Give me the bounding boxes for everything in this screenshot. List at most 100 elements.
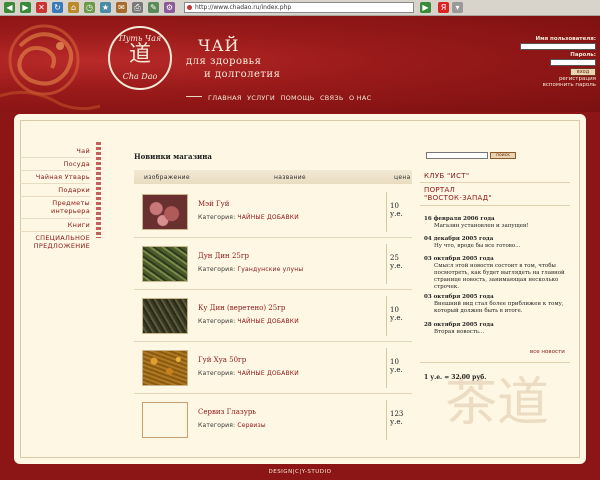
news-text[interactable]: Смысл этой новости состоит в том, чтобы …: [424, 263, 570, 291]
refresh-icon[interactable]: ↻: [52, 2, 63, 13]
product-row: Мэй Гуй Категория: ЧАЙНЫЕ ДОБАВКИ 10 у.е…: [134, 188, 412, 241]
search-engine-icon[interactable]: Я: [438, 2, 449, 13]
price-divider: [386, 244, 387, 284]
password-input[interactable]: [550, 59, 596, 66]
go-icon[interactable]: ▶: [420, 2, 431, 13]
edit-icon[interactable]: ✎: [148, 2, 159, 13]
news-item: 03 октября 2005 года Внешний вид стал бо…: [424, 294, 570, 315]
all-news-link[interactable]: все новости: [530, 349, 565, 355]
news-text[interactable]: Магазин установлен и запущен!: [424, 223, 570, 230]
nav-item-about[interactable]: О НАС: [349, 94, 372, 102]
username-input[interactable]: [520, 43, 596, 50]
right-divider: [420, 205, 570, 206]
product-category: Категория: ЧАЙНЫЕ ДОБАВКИ: [198, 318, 299, 325]
sidebar-item-dishes[interactable]: Посуда: [20, 158, 90, 171]
product-thumbnail[interactable]: [142, 194, 188, 230]
stop-icon[interactable]: ✕: [36, 2, 47, 13]
product-price: 123 у.е.: [390, 410, 404, 426]
password-label: Пароль:: [570, 52, 596, 58]
product-name[interactable]: Дун Дин 25гр: [198, 252, 249, 260]
sidebar-item-special-offer[interactable]: СПЕЦИАЛЬНОЕ ПРЕДЛОЖЕНИЕ: [20, 232, 90, 254]
sidebar-item-books[interactable]: Книги: [20, 219, 90, 232]
right-divider: [420, 182, 570, 183]
site-subtitle-line1: для здоровья: [186, 56, 262, 67]
portal-link-line2[interactable]: "ВОСТОК-ЗАПАД": [424, 194, 492, 202]
browser-toolbar: ◀ ▶ ✕ ↻ ⌂ ◷ ★ ✉ ⎙ ✎ ⚙ http://www.chadao.…: [0, 0, 600, 16]
product-thumbnail[interactable]: [142, 298, 188, 334]
dragon-ornament-icon: [0, 24, 100, 111]
site-subtitle-line2: и долголетия: [204, 69, 281, 80]
login-form: Имя пользователя: Пароль: вход регистрац…: [520, 36, 596, 88]
portal-link-line1[interactable]: ПОРТАЛ: [424, 186, 455, 194]
sidebar-item-utensils[interactable]: Чайная Утварь: [20, 171, 90, 184]
product-thumbnail-placeholder[interactable]: [142, 402, 188, 438]
logo-bottom-text: Cha Dao: [122, 72, 158, 81]
club-link[interactable]: КЛУБ "ИСТ": [424, 172, 469, 180]
nav-item-help[interactable]: ПОМОЩЬ: [280, 94, 314, 102]
logo-glyph: 道: [128, 42, 151, 67]
price-divider: [386, 400, 387, 440]
sidebar-item-interior[interactable]: Предметы интерьера: [20, 197, 90, 219]
product-name[interactable]: Сервиз Глазурь: [198, 408, 256, 416]
products-heading: Новинки магазина: [134, 152, 212, 161]
products-column-header: изображение название цена: [134, 170, 412, 184]
product-category: Категория: Гуандунские улуны: [198, 266, 304, 273]
product-row: Сервиз Глазурь Категория: Сервизы 123 у.…: [134, 396, 412, 446]
main-nav: ГЛАВНАЯ УСЛУГИ ПОМОЩЬ СВЯЗЬ О НАС: [208, 94, 375, 102]
product-category: Категория: ЧАЙНЫЕ ДОБАВКИ: [198, 214, 299, 221]
price-divider: [386, 296, 387, 336]
product-thumbnail[interactable]: [142, 350, 188, 386]
sidebar-item-gifts[interactable]: Подарки: [20, 184, 90, 197]
forgot-password-link[interactable]: вспомнить пароль: [520, 82, 596, 88]
news-item: 04 декабря 2005 года Ну что, вроде бы вс…: [424, 236, 570, 250]
back-icon[interactable]: ◀: [4, 2, 15, 13]
site-footer: DESIGN|C|Y-STUDIO: [268, 469, 332, 475]
mail-icon[interactable]: ✉: [116, 2, 127, 13]
product-price: 10 у.е.: [390, 358, 403, 374]
tools-icon[interactable]: ⚙: [164, 2, 175, 13]
product-row: Гуй Хуа 50гр Категория: ЧАЙНЫЕ ДОБАВКИ 1…: [134, 344, 412, 397]
product-category: Категория: Сервизы: [198, 422, 266, 429]
sidebar-ornament: [96, 142, 101, 238]
history-icon[interactable]: ◷: [84, 2, 95, 13]
sidebar-item-tea[interactable]: Чай: [20, 145, 90, 158]
news-date: 04 декабря 2005 года: [424, 236, 494, 242]
address-bar[interactable]: http://www.chadao.ru/index.php: [184, 2, 414, 13]
news-date: 16 февраля 2006 года: [424, 216, 495, 222]
column-name: название: [274, 174, 306, 181]
news-text[interactable]: Вторая новость...: [424, 329, 570, 336]
product-name[interactable]: Ку Дин (веретено) 25гр: [198, 304, 285, 312]
product-category: Категория: ЧАЙНЫЕ ДОБАВКИ: [198, 370, 299, 377]
product-price: 25 у.е.: [390, 254, 403, 270]
product-price: 10 у.е.: [390, 202, 403, 218]
nav-item-contact[interactable]: СВЯЗЬ: [320, 94, 344, 102]
category-sidebar: Чай Посуда Чайная Утварь Подарки Предмет…: [20, 145, 90, 254]
nav-item-services[interactable]: УСЛУГИ: [247, 94, 275, 102]
product-name[interactable]: Мэй Гуй: [198, 200, 229, 208]
nav-item-home[interactable]: ГЛАВНАЯ: [208, 94, 242, 102]
home-icon[interactable]: ⌂: [68, 2, 79, 13]
site-logo[interactable]: Путь Чая 道 Cha Dao: [108, 26, 172, 90]
product-row: Дун Дин 25гр Категория: Гуандунские улун…: [134, 240, 412, 293]
search-input[interactable]: [426, 152, 488, 159]
nav-divider: [186, 96, 202, 97]
dropdown-icon[interactable]: ▾: [452, 2, 463, 13]
column-image: изображение: [144, 174, 190, 181]
search-button[interactable]: поиск: [490, 152, 516, 159]
news-date: 03 октября 2005 года: [424, 256, 494, 262]
product-thumbnail[interactable]: [142, 246, 188, 282]
print-icon[interactable]: ⎙: [132, 2, 143, 13]
site-header: Путь Чая 道 Cha Dao ЧАЙ для здоровья и до…: [0, 16, 600, 112]
login-button[interactable]: вход: [570, 68, 596, 76]
column-price: цена: [394, 174, 411, 181]
news-text[interactable]: Внешний вид стал более приближен к тому,…: [424, 301, 570, 315]
bookmark-icon[interactable]: ★: [100, 2, 111, 13]
forward-icon[interactable]: ▶: [20, 2, 31, 13]
news-text[interactable]: Ну что, вроде бы все готово...: [424, 243, 570, 250]
product-name[interactable]: Гуй Хуа 50гр: [198, 356, 246, 364]
product-row: Ку Дин (веретено) 25гр Категория: ЧАЙНЫЕ…: [134, 292, 412, 345]
site-title: ЧАЙ: [198, 36, 240, 55]
price-divider: [386, 348, 387, 388]
news-item: 28 октября 2005 года Вторая новость...: [424, 322, 570, 336]
right-divider: [420, 362, 570, 363]
